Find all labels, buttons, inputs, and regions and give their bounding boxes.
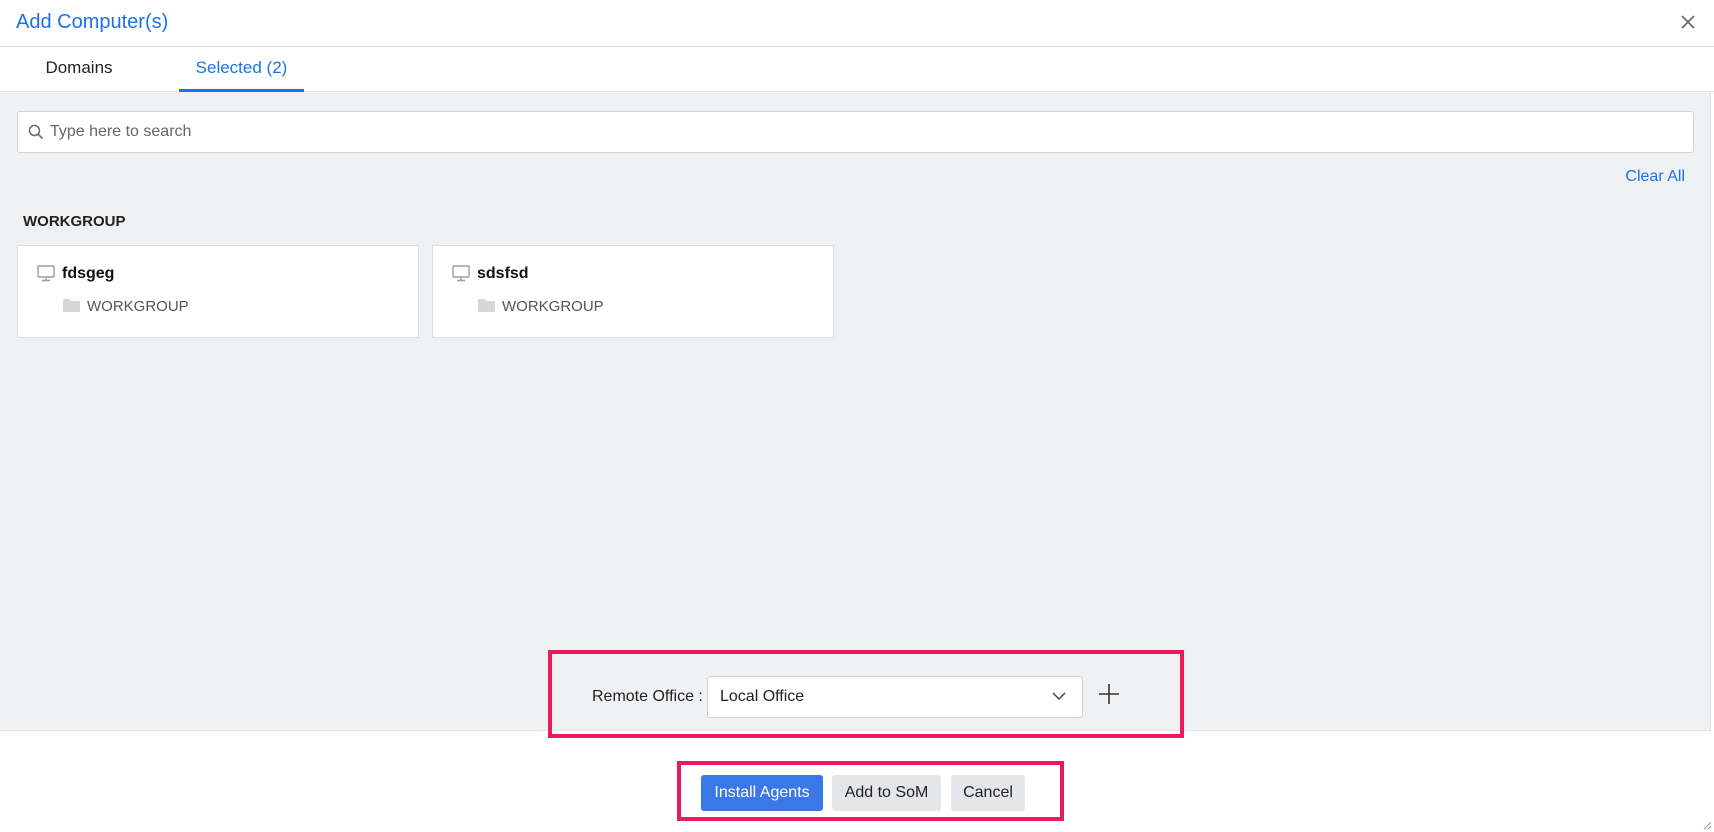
folder-icon [478,299,495,312]
search-input[interactable] [50,112,1680,152]
computer-card[interactable]: sdsfsd WORKGROUP [432,245,834,338]
dialog-header: Add Computer(s) [0,0,1714,47]
remote-office-highlight: Remote Office : Local Office [548,650,1184,738]
close-icon[interactable] [1676,10,1700,34]
add-to-som-button[interactable]: Add to SoM [832,775,941,811]
monitor-icon [37,265,55,282]
computer-card[interactable]: fdsgeg WORKGROUP [17,245,419,338]
computer-domain: WORKGROUP [502,298,604,315]
computer-name: fdsgeg [62,265,115,282]
dialog-title: Add Computer(s) [16,11,169,33]
computer-domain: WORKGROUP [87,298,189,315]
remote-office-select[interactable]: Local Office [707,676,1083,718]
remote-office-label: Remote Office : [592,688,703,705]
tab-domains[interactable]: Domains [24,47,134,92]
clear-all-link[interactable]: Clear All [1625,168,1685,186]
install-agents-button[interactable]: Install Agents [701,775,823,811]
selected-panel: Clear All WORKGROUP fdsgeg WORKGROUP sds… [0,92,1711,731]
tab-selected[interactable]: Selected (2) [179,47,304,92]
tab-bar: Domains Selected (2) [0,47,1714,92]
group-title: WORKGROUP [23,213,126,230]
add-remote-office-icon[interactable] [1095,680,1123,708]
computer-name: sdsfsd [477,265,529,282]
add-computers-dialog: Add Computer(s) Domains Selected (2) Cle… [0,0,1714,832]
search-icon [28,124,44,140]
search-box [17,111,1694,153]
cancel-button[interactable]: Cancel [951,775,1025,811]
monitor-icon [452,265,470,282]
chevron-down-icon [1052,692,1066,701]
footer-buttons-highlight: Install Agents Add to SoM Cancel [677,761,1064,821]
remote-office-value: Local Office [720,688,805,705]
folder-icon [63,299,80,312]
resize-handle-icon[interactable] [1702,820,1712,830]
